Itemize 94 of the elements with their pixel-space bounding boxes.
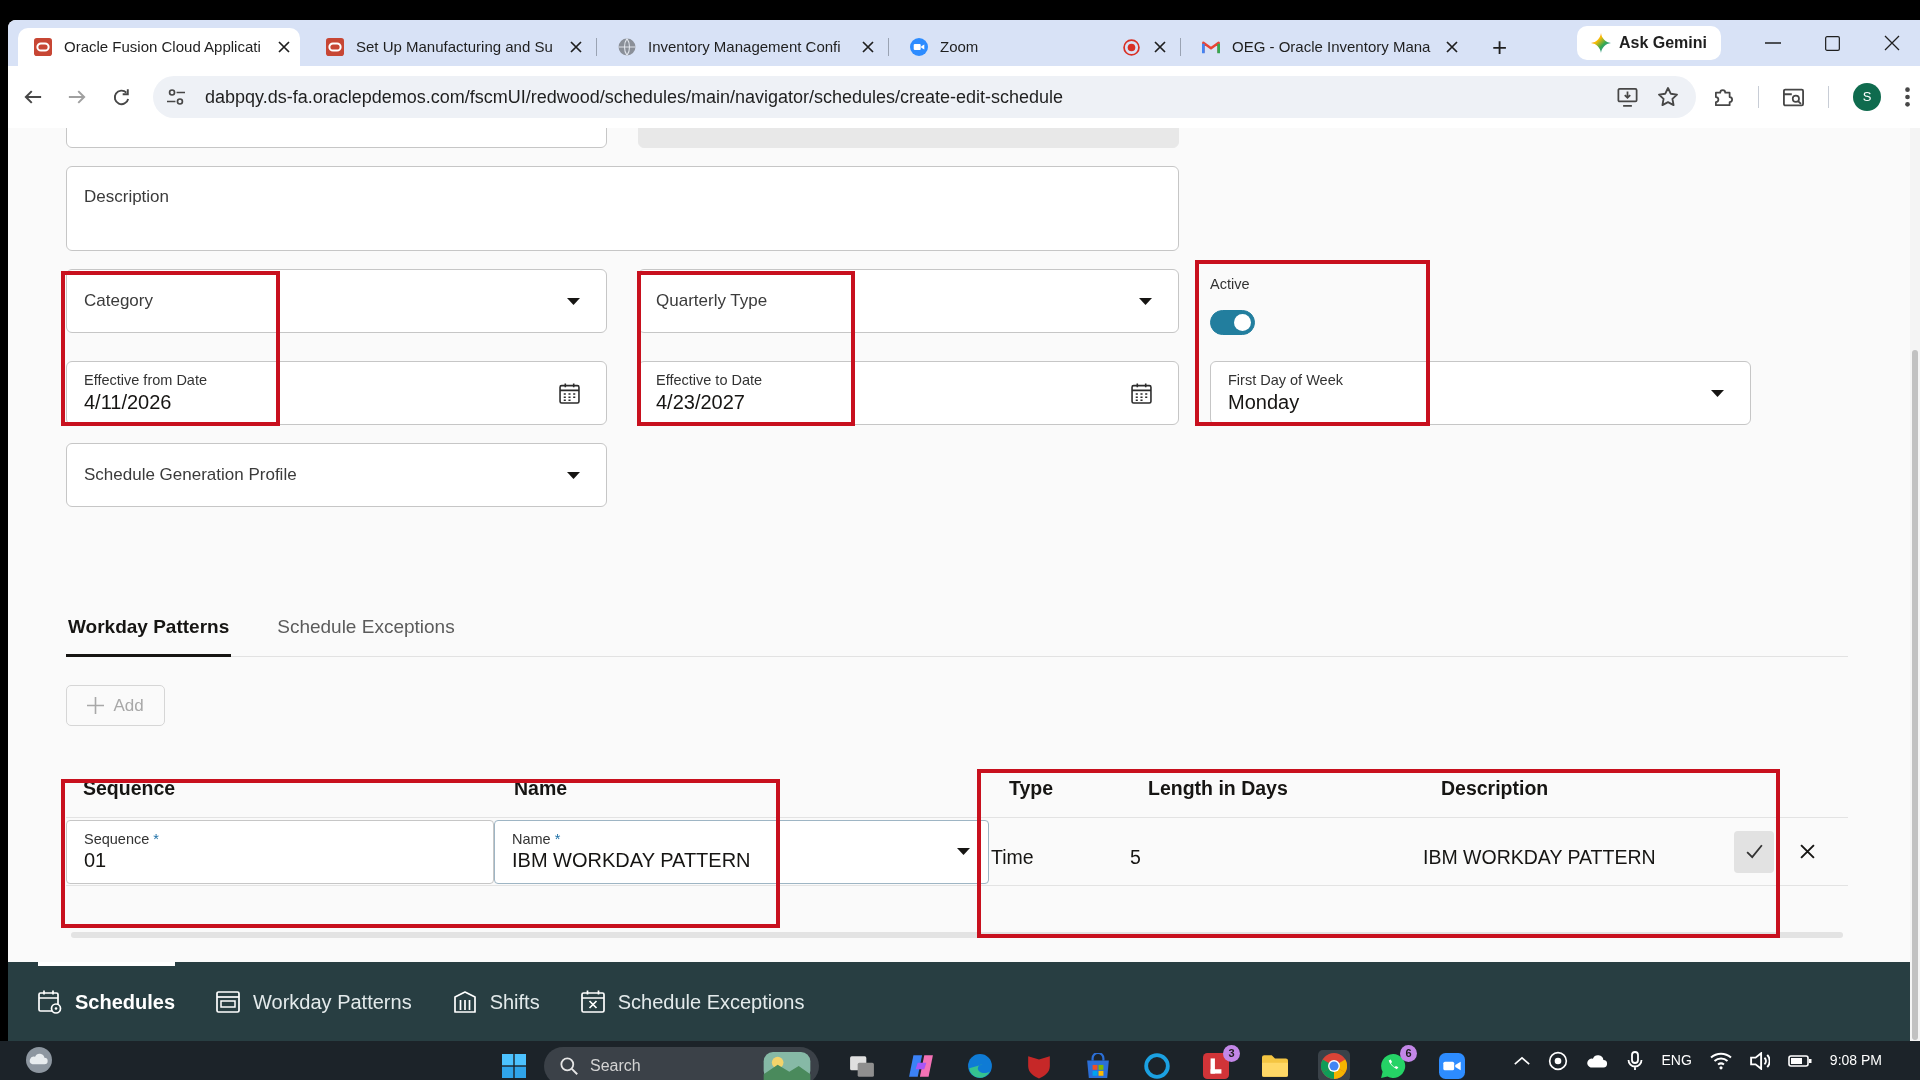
dropdown-field[interactable]: Schedule Generation Profile bbox=[66, 443, 607, 507]
globe-icon bbox=[618, 38, 636, 56]
camera-logo-icon[interactable] bbox=[1439, 1053, 1465, 1079]
close-icon[interactable] bbox=[862, 41, 874, 53]
caret-down-icon[interactable] bbox=[567, 471, 580, 479]
nav-tab[interactable]: Schedule Exceptions bbox=[580, 962, 805, 1041]
caret-down-icon[interactable] bbox=[957, 848, 970, 855]
maximize-icon[interactable] bbox=[1825, 35, 1840, 51]
columns-icon bbox=[452, 989, 477, 1014]
nav-tab[interactable]: Shifts bbox=[452, 962, 540, 1041]
sparkle-icon bbox=[1590, 33, 1611, 53]
envelope-logo-icon bbox=[1202, 38, 1220, 56]
column-header: Type bbox=[1008, 775, 1055, 801]
caret-down-icon[interactable] bbox=[1139, 297, 1152, 305]
cloud-icon[interactable] bbox=[1585, 1052, 1608, 1069]
folder-icon[interactable] bbox=[1262, 1053, 1288, 1079]
text-field[interactable]: Sequence * 01 bbox=[66, 819, 494, 884]
table-cell: IBM WORKDAY PATTERN bbox=[1423, 845, 1656, 868]
calendar-x-icon bbox=[580, 989, 605, 1014]
tab[interactable]: Schedule Exceptions bbox=[275, 600, 457, 657]
address-bar[interactable]: dabpqy.ds-fa.oraclepdemos.com/fscmUI/redwood/schedules/main/navigator/schedules/create-edit-schedule bbox=[153, 76, 1696, 118]
horizontal-scrollbar[interactable] bbox=[71, 932, 1843, 938]
cloud-icon[interactable] bbox=[26, 1047, 52, 1073]
stacked-squares-icon[interactable] bbox=[849, 1053, 875, 1079]
window-icon bbox=[216, 989, 241, 1014]
caret-down-icon[interactable] bbox=[567, 297, 580, 305]
monitor-download-icon[interactable] bbox=[1617, 87, 1638, 107]
language-indicator[interactable]: ENG bbox=[1661, 1050, 1692, 1071]
dropdown-field[interactable]: Name * IBM WORKDAY PATTERN bbox=[494, 819, 989, 884]
camera-logo-icon bbox=[910, 38, 928, 56]
sliders-icon[interactable] bbox=[167, 88, 185, 106]
cancel-button[interactable] bbox=[1800, 844, 1815, 859]
text-area-field[interactable]: Description bbox=[66, 166, 1179, 251]
search-field[interactable]: Search bbox=[544, 1047, 819, 1080]
table-cell: 5 bbox=[1130, 845, 1141, 868]
reload-icon[interactable] bbox=[111, 87, 131, 107]
chevron-up-icon[interactable] bbox=[1513, 1055, 1530, 1066]
nav-tab[interactable]: Workday Patterns bbox=[216, 962, 412, 1041]
checkmark-icon bbox=[1745, 844, 1763, 859]
date-field[interactable]: Effective from Date 4/11/2026 bbox=[66, 361, 607, 425]
bag-icon[interactable] bbox=[1085, 1053, 1111, 1079]
table-cell: Time bbox=[991, 845, 1034, 868]
close-icon[interactable] bbox=[1154, 41, 1166, 53]
grid-logo-icon[interactable] bbox=[502, 1054, 526, 1078]
browser-tab[interactable]: Oracle Fusion Cloud Applicati bbox=[18, 28, 300, 66]
new-tab-button[interactable]: + bbox=[1484, 28, 1516, 66]
close-icon[interactable] bbox=[1884, 35, 1900, 51]
dropdown-field[interactable]: Quarterly Type bbox=[638, 269, 1179, 333]
notification-count: 3 bbox=[1223, 1045, 1240, 1062]
calendar-icon[interactable] bbox=[559, 382, 580, 404]
shield-logo-icon[interactable] bbox=[1026, 1053, 1052, 1079]
speaker-icon[interactable] bbox=[1749, 1051, 1770, 1070]
date-field[interactable]: Effective to Date 4/23/2027 bbox=[638, 361, 1179, 425]
tile-icon[interactable] bbox=[1203, 1053, 1229, 1079]
column-header: Name bbox=[513, 775, 569, 801]
profile-avatar[interactable]: S bbox=[1853, 83, 1881, 111]
search-icon bbox=[560, 1057, 578, 1075]
close-icon[interactable] bbox=[570, 41, 582, 53]
microphone-icon[interactable] bbox=[1625, 1050, 1644, 1071]
column-header: Length in Days bbox=[1147, 775, 1289, 801]
swirl-logo-icon[interactable] bbox=[967, 1053, 993, 1079]
window-search-icon[interactable] bbox=[1783, 87, 1804, 107]
close-icon[interactable] bbox=[1446, 41, 1458, 53]
puzzle-icon[interactable] bbox=[1714, 87, 1734, 107]
confirm-button[interactable] bbox=[1734, 830, 1774, 873]
close-icon bbox=[1800, 844, 1815, 859]
ribbon-logo-icon[interactable] bbox=[908, 1053, 934, 1079]
calendar-icon[interactable] bbox=[1131, 382, 1152, 404]
clock-time[interactable]: 9:08 PM bbox=[1829, 1050, 1882, 1071]
notification-count: 6 bbox=[1400, 1045, 1417, 1062]
ring-logo-icon bbox=[34, 38, 52, 56]
wifi-icon[interactable] bbox=[1709, 1051, 1732, 1070]
column-header: Description bbox=[1440, 775, 1550, 801]
ring-logo-icon bbox=[326, 38, 344, 56]
ring-icon[interactable] bbox=[1144, 1053, 1170, 1079]
close-icon[interactable] bbox=[278, 41, 290, 53]
calendar-gear-icon bbox=[38, 989, 62, 1014]
caret-down-icon[interactable] bbox=[1711, 389, 1724, 397]
tab[interactable]: Workday Patterns bbox=[66, 600, 232, 657]
battery-icon[interactable] bbox=[1787, 1054, 1812, 1067]
plus-icon bbox=[87, 697, 105, 714]
field-label: Active bbox=[1210, 275, 1250, 294]
column-header: Sequence bbox=[82, 775, 177, 801]
ring-dot-icon[interactable] bbox=[1547, 1050, 1568, 1071]
ask-gemini-button[interactable]: Ask Gemini bbox=[1576, 26, 1721, 60]
dropdown-field[interactable]: First Day of Week Monday bbox=[1210, 361, 1751, 425]
toggle-switch[interactable] bbox=[1210, 310, 1255, 335]
browser-tab[interactable]: Set Up Manufacturing and Su bbox=[310, 28, 592, 66]
more-icon[interactable] bbox=[1905, 87, 1910, 107]
dropdown-field[interactable]: Category bbox=[66, 269, 607, 333]
vertical-scrollbar[interactable] bbox=[1910, 128, 1920, 1041]
star-icon[interactable] bbox=[1658, 87, 1678, 107]
chat-bubble-icon[interactable] bbox=[1380, 1053, 1406, 1079]
landscape-picture-icon bbox=[763, 1052, 811, 1080]
